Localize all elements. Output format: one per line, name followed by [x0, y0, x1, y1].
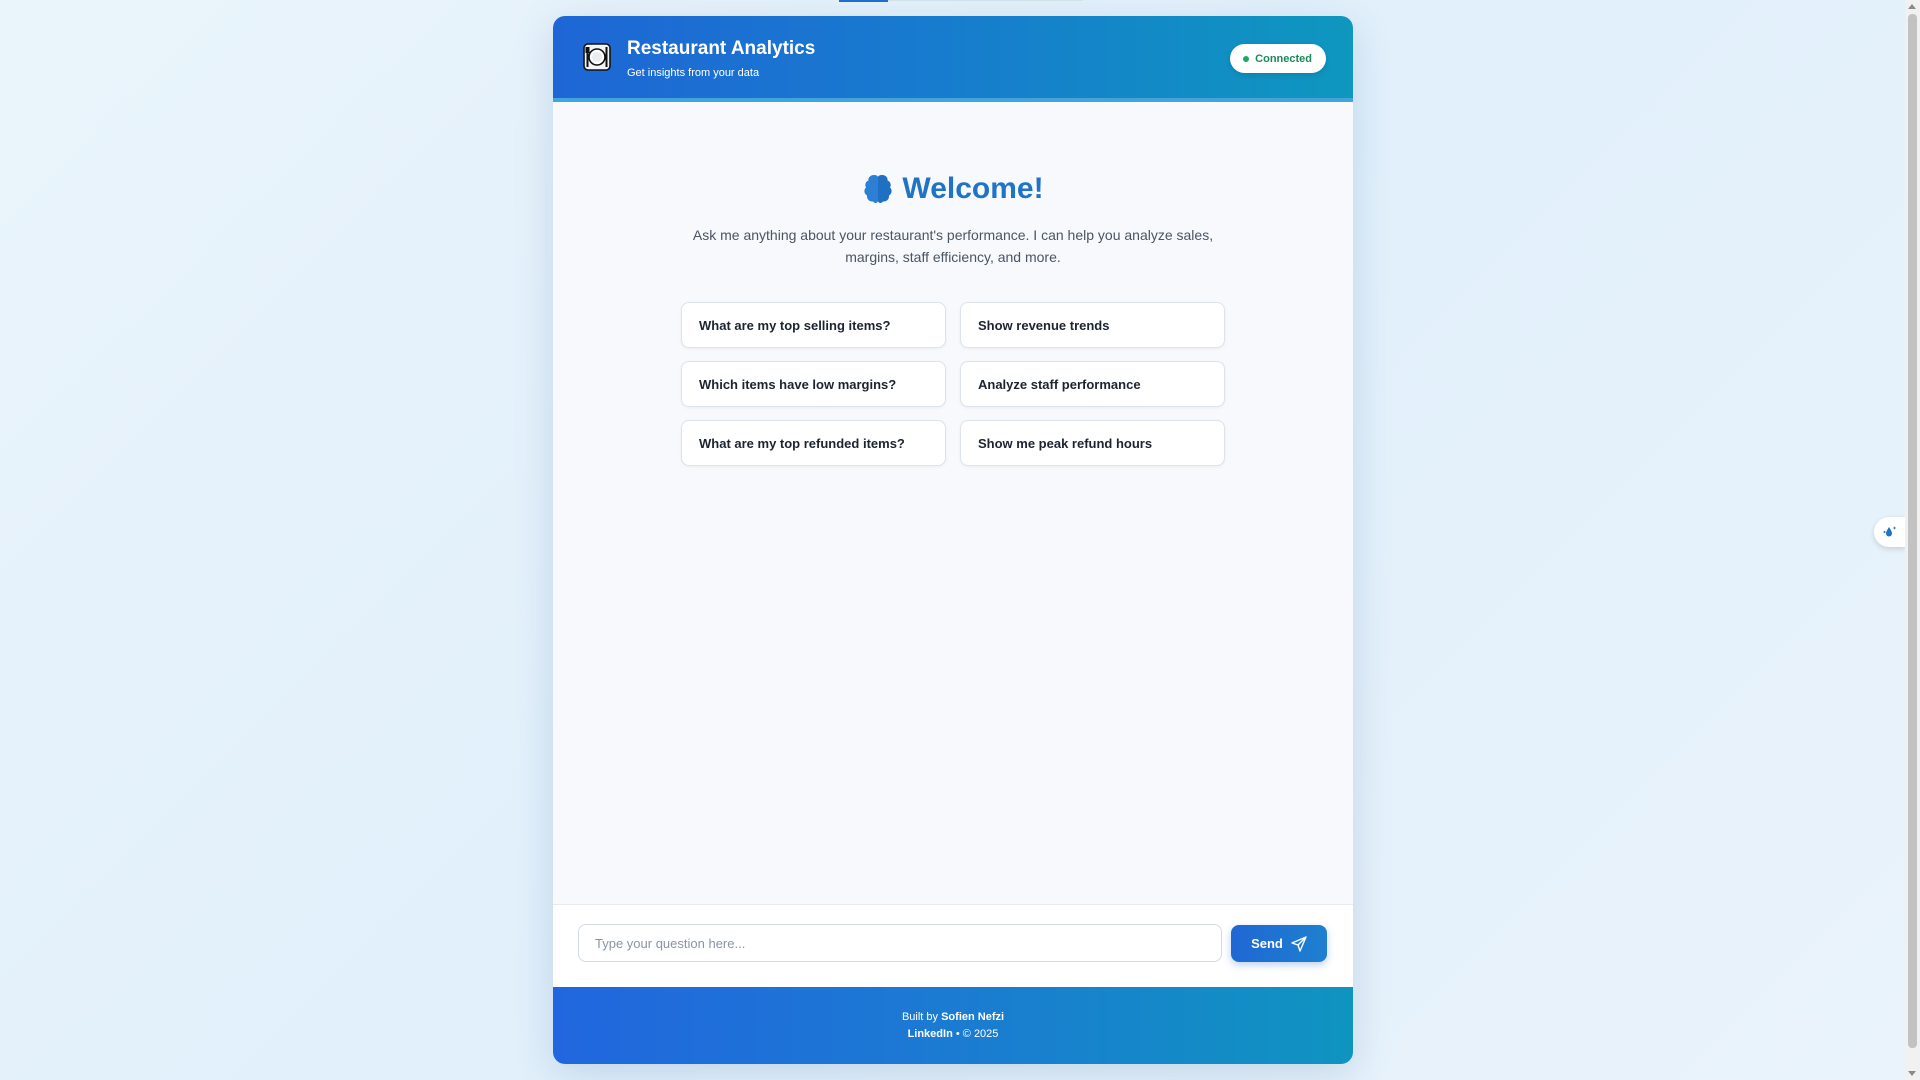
chat-messages-area: Welcome! Ask me anything about your rest…: [553, 102, 1353, 904]
suggestion-peak-refund-hours[interactable]: Show me peak refund hours: [960, 420, 1225, 466]
status-text: Connected: [1255, 52, 1312, 65]
footer-links: LinkedIn • © 2025: [553, 1028, 1353, 1040]
suggestion-grid: What are my top selling items? Show reve…: [681, 302, 1225, 466]
suggestion-top-selling-items[interactable]: What are my top selling items?: [681, 302, 946, 348]
page-scrollbar[interactable]: [1905, 0, 1920, 1080]
question-input[interactable]: [578, 924, 1222, 962]
scroll-thumb[interactable]: [1908, 14, 1917, 1048]
connection-status-badge: Connected: [1230, 44, 1326, 73]
chat-app-window: Restaurant Analytics Get insights from y…: [553, 16, 1353, 1064]
app-title: Restaurant Analytics: [627, 38, 816, 59]
suggestion-low-margins[interactable]: Which items have low margins?: [681, 361, 946, 407]
app-footer: Built by Sofien Nefzi LinkedIn • © 2025: [553, 987, 1353, 1064]
plate-cutlery-icon: [583, 43, 611, 71]
sparkle-drop-icon: [1883, 526, 1897, 537]
scroll-down-arrow-icon[interactable]: [1908, 1071, 1916, 1076]
side-extension-widget[interactable]: [1874, 517, 1906, 547]
footer-built-by: Built by: [901, 1011, 939, 1023]
status-dot-icon: [1243, 55, 1250, 62]
suggestion-staff-performance[interactable]: Analyze staff performance: [960, 361, 1225, 407]
footer-separator: •: [955, 1028, 960, 1040]
top-progress-indicator: [839, 0, 888, 2]
brain-icon: [864, 175, 893, 203]
welcome-title: Welcome!: [902, 172, 1044, 205]
linkedin-link[interactable]: LinkedIn: [908, 1028, 953, 1040]
footer-author-link[interactable]: Sofien Nefzi: [941, 1011, 1004, 1023]
footer-credit: Built by Sofien Nefzi: [553, 1011, 1353, 1023]
top-progress-track: [888, 0, 1083, 1]
scroll-up-arrow-icon[interactable]: [1908, 4, 1916, 9]
chat-input-bar: Send: [553, 904, 1353, 987]
app-header: Restaurant Analytics Get insights from y…: [553, 16, 1353, 102]
send-button[interactable]: Send: [1231, 925, 1327, 962]
footer-copyright: © 2025: [962, 1028, 999, 1040]
welcome-description: Ask me anything about your restaurant's …: [692, 227, 1214, 265]
send-button-label: Send: [1251, 936, 1283, 951]
suggestion-top-refunded-items[interactable]: What are my top refunded items?: [681, 420, 946, 466]
app-subtitle: Get insights from your data: [627, 67, 760, 79]
welcome-heading: Welcome!: [553, 172, 1353, 206]
suggestion-revenue-trends[interactable]: Show revenue trends: [960, 302, 1225, 348]
paper-plane-icon: [1291, 935, 1307, 952]
